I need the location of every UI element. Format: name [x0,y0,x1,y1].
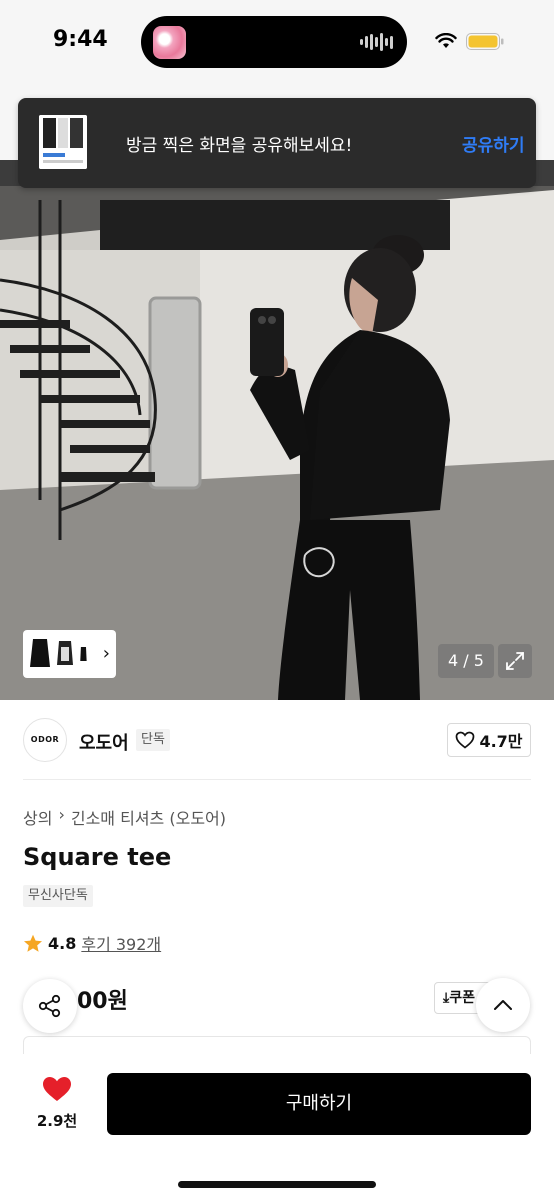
share-button[interactable] [23,979,77,1033]
star-icon [24,934,42,952]
screenshot-thumbnail [39,115,87,169]
expand-image-button[interactable] [498,644,532,678]
expand-icon [506,652,524,670]
exclusive-tag: 무신사단독 [23,885,93,907]
image-counter: 4 / 5 [438,644,494,678]
coupon-label: 쿠폰 [449,990,475,1006]
rating-score: 4.8 [48,933,77,953]
thumbnail-image [57,641,73,665]
product-photo [0,160,554,700]
breadcrumb-category[interactable]: 상의 [23,805,52,829]
chevron-up-icon [494,1000,512,1010]
scroll-to-top-button[interactable] [476,978,530,1032]
divider [23,779,531,780]
product-image-gallery[interactable]: › 4 / 5 [0,160,554,700]
breadcrumb: 상의 › 긴소매 티셔츠 (오도어) [23,805,226,829]
thumbnail-image [30,639,50,667]
brand-like-button[interactable]: 4.7만 [447,723,531,757]
brand-like-count: 4.7만 [479,732,523,751]
wifi-icon [435,33,457,48]
breadcrumb-subcategory[interactable]: 긴소매 티셔츠 (오도어) [71,805,226,829]
product-title: Square tee [23,843,172,871]
chevron-right-icon: › [102,643,110,664]
product-price: 00원 [77,989,128,1014]
thumbnail-image [80,647,87,661]
status-time: 9:44 [53,27,108,52]
share-screenshot-toast[interactable]: 방금 찍은 화면을 공유해보세요! 공유하기 [18,98,536,188]
toast-message: 방금 찍은 화면을 공유해보세요! [126,136,353,156]
rating-summary: 4.8 후기 392개 [23,931,161,955]
share-icon [38,994,61,1018]
thumbnail-strip-button[interactable]: › [23,630,116,678]
review-count-link[interactable]: 후기 392개 [81,931,161,955]
exclusive-badge: 단독 [136,729,170,751]
buy-button[interactable]: 구매하기 [107,1073,531,1135]
wishlist-button[interactable]: 2.9천 [32,1076,82,1131]
now-playing-artwork [153,26,186,59]
home-indicator[interactable] [178,1181,376,1188]
battery-icon [466,33,504,50]
heart-outline-icon [456,731,475,749]
share-now-button[interactable]: 공유하기 [462,131,525,156]
audio-wave-icon [360,33,393,51]
brand-name[interactable]: 오도어 [79,729,129,755]
brand-logo[interactable]: ODOR [23,718,67,762]
heart-filled-icon [43,1077,71,1101]
dynamic-island[interactable] [141,16,407,68]
breadcrumb-separator-icon: › [58,805,65,824]
wishlist-count: 2.9천 [36,1112,78,1130]
